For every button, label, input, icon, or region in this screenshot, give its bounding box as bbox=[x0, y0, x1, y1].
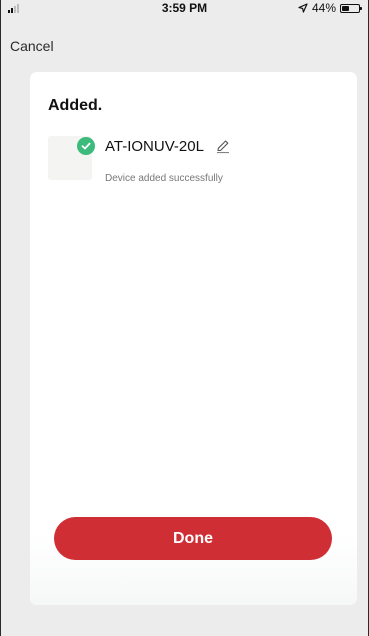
status-bar: 3:59 PM 44% bbox=[1, 0, 368, 16]
device-status-text: Device added successfully bbox=[105, 173, 223, 184]
page-title: Added. bbox=[48, 97, 103, 114]
app-screen: 3:59 PM 44% Cancel Added. AT-IONUV-20L D… bbox=[0, 0, 369, 636]
location-arrow-icon bbox=[298, 3, 308, 13]
battery-fill bbox=[342, 5, 349, 11]
check-circle-icon bbox=[77, 137, 95, 155]
device-name[interactable]: AT-IONUV-20L bbox=[105, 138, 204, 155]
result-card: Added. AT-IONUV-20L Device added success… bbox=[30, 72, 357, 605]
pencil-icon[interactable] bbox=[215, 138, 231, 154]
battery-icon bbox=[340, 3, 362, 13]
done-button[interactable]: Done bbox=[54, 517, 332, 560]
battery-percent: 44% bbox=[311, 1, 336, 15]
cancel-button[interactable]: Cancel bbox=[10, 38, 54, 54]
status-right: 44% bbox=[298, 1, 362, 15]
